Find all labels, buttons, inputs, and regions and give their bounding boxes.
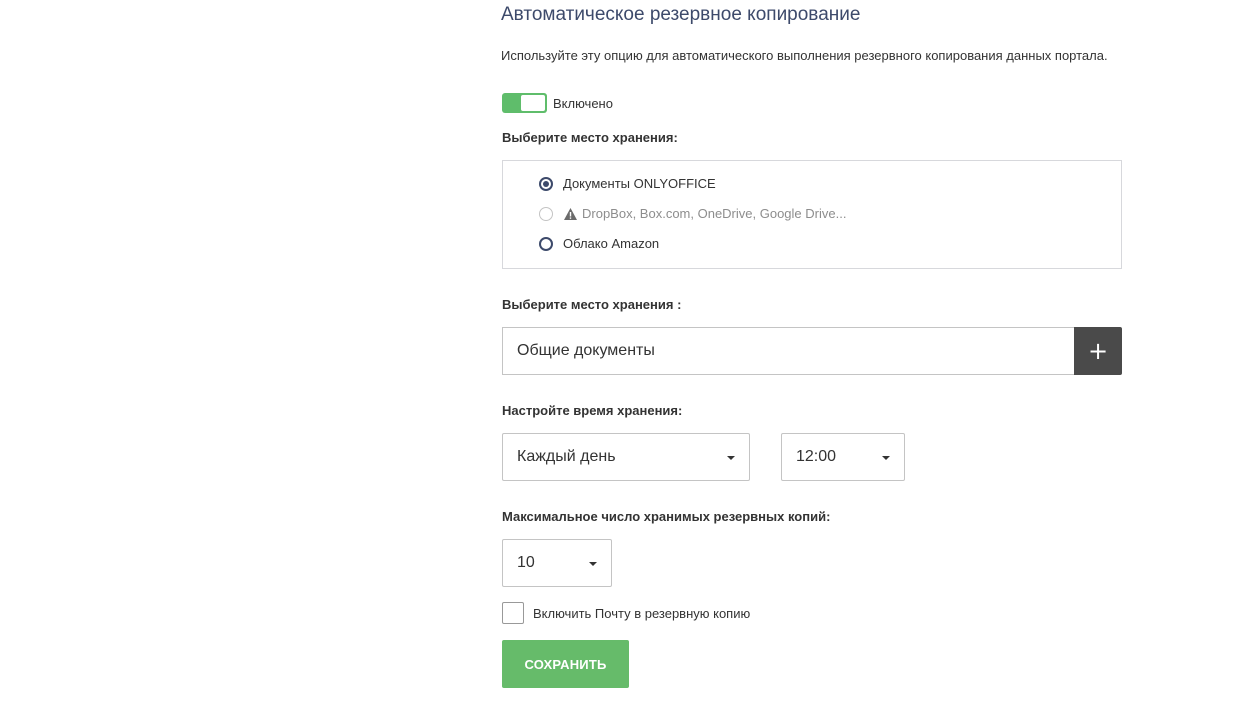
radio-option-onlyoffice[interactable]: Документы ONLYOFFICE xyxy=(539,176,716,191)
auto-backup-toggle[interactable] xyxy=(502,93,547,113)
chevron-down-icon xyxy=(727,456,735,460)
schedule-section-label: Настройте время хранения: xyxy=(502,403,683,418)
radio-button-disabled[interactable] xyxy=(539,206,553,221)
chevron-down-icon xyxy=(589,562,597,566)
include-mail-checkbox[interactable] xyxy=(502,602,524,624)
radio-label: Облако Amazon xyxy=(563,236,660,251)
radio-option-third-party[interactable]: DropBox, Box.com, OneDrive, Google Drive… xyxy=(539,206,846,221)
radio-button-checked[interactable] xyxy=(539,176,553,191)
warning-icon xyxy=(564,207,577,220)
toggle-knob xyxy=(521,95,545,111)
radio-label: DropBox, Box.com, OneDrive, Google Drive… xyxy=(582,206,847,221)
save-button[interactable]: СОХРАНИТЬ xyxy=(502,640,629,688)
folder-section-label: Выберите место хранения : xyxy=(502,297,682,312)
include-mail-label: Включить Почту в резервную копию xyxy=(533,605,751,621)
radio-button[interactable] xyxy=(539,236,553,251)
period-select[interactable]: Каждый день xyxy=(502,433,750,481)
toggle-label: Включено xyxy=(553,95,613,111)
time-select-value: 12:00 xyxy=(796,448,837,465)
storage-options-box: Документы ONLYOFFICE DropBox, Box.com, O… xyxy=(502,160,1122,269)
folder-input[interactable] xyxy=(502,327,1074,375)
page-description: Используйте эту опцию для автоматическог… xyxy=(501,48,1108,63)
storage-section-label: Выберите место хранения: xyxy=(502,130,678,145)
add-folder-button[interactable]: + xyxy=(1074,327,1122,375)
max-copies-select[interactable]: 10 xyxy=(502,539,612,587)
include-mail-checkbox-row[interactable]: Включить Почту в резервную копию xyxy=(502,602,750,624)
max-copies-value: 10 xyxy=(517,554,535,571)
chevron-down-icon xyxy=(882,456,890,460)
radio-label: Документы ONLYOFFICE xyxy=(563,176,716,191)
auto-backup-toggle-row: Включено xyxy=(502,93,613,113)
max-copies-section-label: Максимальное число хранимых резервных ко… xyxy=(502,509,831,524)
page-title: Автоматическое резервное копирование xyxy=(501,4,861,25)
time-select[interactable]: 12:00 xyxy=(781,433,905,481)
period-select-value: Каждый день xyxy=(517,448,616,465)
radio-option-amazon[interactable]: Облако Amazon xyxy=(539,236,659,251)
folder-selector: + xyxy=(502,327,1122,375)
